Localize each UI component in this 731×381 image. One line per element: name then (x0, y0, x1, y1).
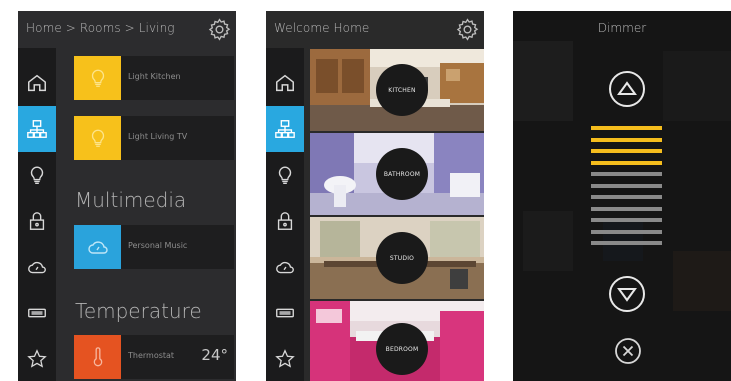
room-bathroom[interactable]: BATHROOM (310, 133, 484, 215)
cloud-icon (28, 261, 46, 274)
dimmer-bar[interactable] (591, 126, 662, 130)
nav-favorites[interactable] (18, 336, 56, 381)
thermometer-icon (93, 347, 103, 367)
room-badge-bathroom: BATHROOM (376, 148, 428, 200)
thermostat-tile[interactable]: Thermostat 24° (74, 335, 234, 379)
bulb-icon (91, 129, 105, 147)
dimmer-bar[interactable] (591, 149, 662, 153)
breadcrumb[interactable]: Home > Rooms > Living (26, 21, 175, 35)
nav-lights[interactable] (18, 152, 56, 198)
nav-devices[interactable] (18, 290, 56, 336)
bulb-icon (30, 166, 44, 184)
light-living-tile[interactable]: Light Living TV (74, 116, 234, 160)
lock-icon (277, 212, 293, 230)
gear-icon[interactable] (207, 17, 232, 42)
nav-network[interactable] (18, 106, 56, 152)
nav-multimedia[interactable] (266, 244, 304, 290)
increase-button[interactable] (607, 69, 647, 109)
room-bedroom[interactable]: BEDROOM (310, 301, 484, 381)
welcome-screen: Welcome Home KITCHEN BATHROOM STUDIO BED… (266, 11, 484, 381)
multimedia-heading: Multimedia (75, 188, 187, 212)
gear-icon[interactable] (455, 17, 480, 42)
network-icon (275, 120, 295, 138)
dimmer-screen: Dimmer (513, 11, 731, 381)
temperature-heading: Temperature (75, 299, 202, 323)
star-icon (275, 349, 295, 368)
device-icon (28, 308, 46, 318)
nav-favorites[interactable] (266, 336, 304, 381)
room-badge-kitchen: KITCHEN (376, 64, 428, 116)
thermostat-swatch (74, 335, 121, 379)
decrease-button[interactable] (607, 274, 647, 314)
dimmer-bar[interactable] (591, 195, 662, 199)
cloud-icon (276, 261, 294, 274)
room-studio[interactable]: STUDIO (310, 217, 484, 299)
room-kitchen[interactable]: KITCHEN (310, 49, 484, 131)
dimmer-bar[interactable] (591, 172, 662, 176)
bulb-icon (278, 166, 292, 184)
light-living-label: Light Living TV (128, 132, 188, 141)
top-bar: Welcome Home (266, 11, 484, 48)
nav-home[interactable] (266, 60, 304, 106)
sidebar (18, 48, 56, 381)
rooms-screen: Home > Rooms > Living Light Kitchen Ligh… (18, 11, 236, 381)
light-kitchen-tile[interactable]: Light Kitchen (74, 56, 234, 100)
network-icon (27, 120, 47, 138)
room-badge-bedroom: BEDROOM (376, 323, 428, 375)
top-bar: Home > Rooms > Living (18, 11, 236, 48)
lock-icon (29, 212, 45, 230)
personal-music-tile[interactable]: Personal Music (74, 225, 234, 269)
dimmer-bar[interactable] (591, 206, 662, 211)
cloud-icon (88, 241, 108, 254)
thermostat-value: 24° (201, 346, 228, 364)
nav-home[interactable] (18, 60, 56, 106)
personal-music-label: Personal Music (128, 241, 188, 250)
dimmer-bar[interactable] (591, 229, 662, 234)
personal-music-swatch (74, 225, 121, 269)
home-icon (28, 74, 46, 92)
close-button[interactable] (613, 336, 643, 366)
dimmer-bar[interactable] (591, 241, 662, 245)
nav-multimedia[interactable] (18, 244, 56, 290)
nav-security[interactable] (18, 198, 56, 244)
page-title: Welcome Home (274, 21, 370, 35)
light-kitchen-label: Light Kitchen (128, 72, 181, 81)
thermostat-label: Thermostat (128, 351, 175, 360)
home-icon (276, 74, 294, 92)
chevron-down-icon (617, 288, 637, 302)
bulb-icon (91, 69, 105, 87)
chevron-up-icon (617, 81, 637, 95)
close-icon (622, 345, 634, 357)
room-badge-studio: STUDIO (376, 232, 428, 284)
light-living-swatch (74, 116, 121, 160)
nav-lights[interactable] (266, 152, 304, 198)
star-icon (27, 349, 47, 368)
light-kitchen-swatch (74, 56, 121, 100)
dimmer-bar[interactable] (591, 218, 662, 222)
nav-network[interactable] (266, 106, 304, 152)
device-icon (276, 308, 294, 318)
dimmer-bar[interactable] (591, 137, 662, 142)
dimmer-bar[interactable] (591, 160, 662, 165)
dimmer-bar[interactable] (591, 183, 662, 188)
nav-security[interactable] (266, 198, 304, 244)
nav-devices[interactable] (266, 290, 304, 336)
sidebar (266, 48, 304, 381)
page-title: Dimmer (597, 21, 647, 35)
